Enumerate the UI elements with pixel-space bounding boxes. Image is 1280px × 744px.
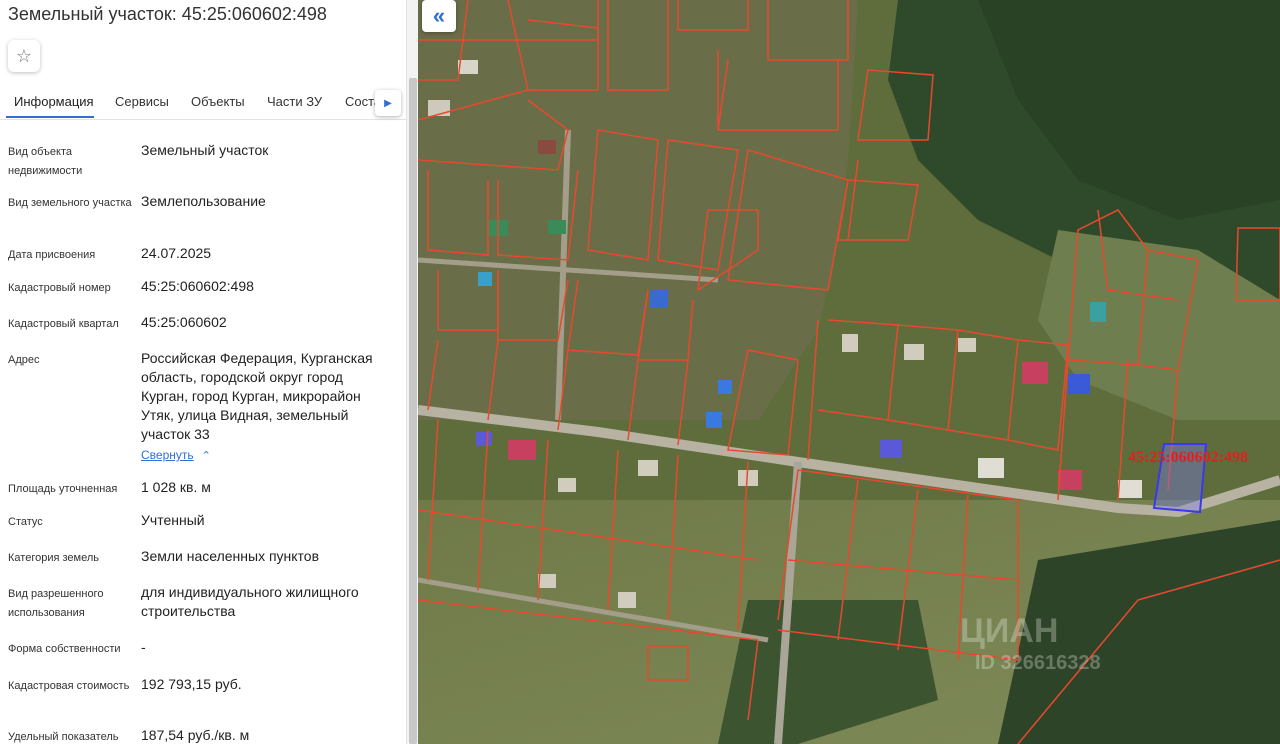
- field-value: Земли населенных пунктов: [141, 548, 320, 564]
- field-value: 45:25:060602: [141, 314, 227, 330]
- field-label: Вид разрешенного использования: [8, 588, 104, 619]
- tab-bar: Информация Сервисы Объекты Части ЗУ Сост…: [0, 88, 406, 120]
- field-value: Земельный участок: [141, 142, 269, 158]
- tab-objects[interactable]: Объекты: [191, 94, 245, 109]
- favorite-button[interactable]: ☆: [8, 40, 40, 72]
- field-label: Статус: [8, 516, 43, 528]
- info-panel: Земельный участок: 45:25:060602:498 ☆ Ин…: [0, 0, 418, 744]
- field-value: 1 028 кв. м: [141, 479, 211, 495]
- watermark-id: ID 326616328: [975, 652, 1101, 674]
- map-view[interactable]: [418, 0, 1280, 744]
- field-label: Форма собственности: [8, 643, 121, 655]
- field-label: Вид объекта недвижимости: [8, 146, 83, 177]
- field-label: Адрес: [8, 354, 40, 366]
- field-label: Кадастровый квартал: [8, 318, 119, 330]
- tab-services[interactable]: Сервисы: [115, 94, 169, 109]
- star-icon: ☆: [15, 45, 33, 66]
- field-value: 192 793,15 руб.: [141, 676, 242, 692]
- satellite-map[interactable]: [418, 0, 1280, 744]
- tabs-scroll-right-button[interactable]: ▶: [375, 90, 401, 116]
- watermark-logo: ЦИАН: [960, 612, 1059, 650]
- field-value: Землепользование: [141, 193, 266, 209]
- field-value: Учтенный: [141, 512, 205, 528]
- field-label: Кадастровая стоимость: [8, 680, 130, 692]
- field-label: Удельный показатель: [8, 731, 119, 743]
- field-value: Российская Федерация, Курганская область…: [141, 350, 373, 442]
- active-tab-indicator: [6, 116, 94, 118]
- double-chevron-left-icon: «: [432, 3, 446, 28]
- address-toggle[interactable]: Свернуть ⌃: [141, 446, 211, 464]
- tab-parts[interactable]: Части ЗУ: [267, 94, 322, 109]
- field-label: Вид земельного участка: [8, 197, 132, 209]
- field-label: Дата присвоения: [8, 249, 96, 261]
- chevron-up-icon: ⌃: [201, 450, 211, 462]
- field-label: Площадь уточненная: [8, 483, 118, 495]
- page-title: Земельный участок: 45:25:060602:498: [8, 4, 327, 24]
- parcel-number-label: 45:25:060602:498: [1128, 449, 1248, 466]
- collapse-link[interactable]: Свернуть: [141, 448, 194, 462]
- field-value: 187,54 руб./кв. м: [141, 727, 250, 743]
- field-label: Категория земель: [8, 552, 99, 564]
- scrollbar-thumb[interactable]: [409, 78, 417, 744]
- collapse-panel-button[interactable]: «: [422, 0, 456, 32]
- field-value: 24.07.2025: [141, 245, 212, 261]
- field-value: -: [141, 639, 146, 655]
- field-value: для индивидуального жилищного строительс…: [141, 584, 359, 619]
- field-label: Кадастровый номер: [8, 282, 111, 294]
- field-value: 45:25:060602:498: [141, 278, 254, 294]
- caret-right-icon: ▶: [384, 97, 392, 109]
- tab-info[interactable]: Информация: [14, 94, 94, 109]
